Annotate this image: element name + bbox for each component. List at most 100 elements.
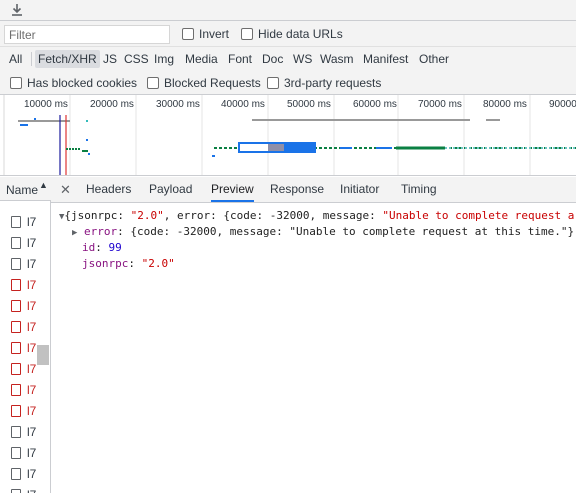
filter-input[interactable] (4, 25, 170, 44)
collapsed-triangle-icon[interactable]: ▶ (72, 228, 77, 238)
tab-payload[interactable]: Payload (149, 177, 192, 202)
json-jsonrpc-value: "2.0" (141, 257, 175, 270)
request-name: l7 (27, 215, 37, 229)
overview-tick-label: 20000 ms (90, 99, 134, 110)
overview-tick-label: 60000 ms (353, 99, 397, 110)
error-document-icon (11, 321, 21, 333)
type-fetch-xhr[interactable]: Fetch/XHR (35, 50, 100, 68)
request-name: l7 (27, 278, 37, 292)
tab-headers[interactable]: Headers (86, 177, 131, 202)
request-row-error[interactable]: l7 (0, 380, 36, 401)
type-media[interactable]: Media (182, 50, 221, 68)
json-error-row[interactable]: ▶ error: {code: -32000, message: "Unable… (72, 225, 574, 238)
overview-tick-label: 50000 ms (287, 99, 331, 110)
name-column-header[interactable]: Name ▲ (0, 177, 51, 201)
overview-tick-label: 10000 ms (24, 99, 68, 110)
document-icon (11, 216, 21, 228)
tab-response[interactable]: Response (270, 177, 324, 202)
overview-tick-label: 70000 ms (418, 99, 462, 110)
has-blocked-cookies-label: Has blocked cookies (27, 76, 138, 90)
type-manifest[interactable]: Manifest (360, 50, 411, 68)
request-row-error[interactable]: l7 (0, 338, 36, 359)
type-doc[interactable]: Doc (259, 50, 286, 68)
request-name: l7 (27, 467, 37, 481)
type-ws[interactable]: WS (290, 50, 315, 68)
json-id-value: 99 (108, 241, 122, 254)
blocked-requests-label: Blocked Requests (164, 76, 261, 90)
request-row[interactable]: l7 (0, 212, 36, 233)
hide-data-urls-checkbox-box[interactable] (241, 28, 253, 40)
invert-checkbox[interactable]: Invert (182, 27, 229, 41)
network-overview-timeline[interactable]: 10000 ms 20000 ms 30000 ms 40000 ms 5000… (0, 95, 576, 176)
request-name: l7 (27, 320, 37, 334)
has-blocked-cookies-checkbox[interactable]: Has blocked cookies (10, 76, 137, 90)
blocked-requests-box[interactable] (147, 77, 159, 89)
invert-checkbox-box[interactable] (182, 28, 194, 40)
request-list-scrollbar[interactable] (37, 345, 49, 365)
request-name: l7 (27, 236, 37, 250)
request-row[interactable]: l7 (0, 254, 36, 275)
request-name: l7 (27, 299, 37, 313)
hide-data-urls-checkbox[interactable]: Hide data URLs (241, 27, 343, 41)
type-css[interactable]: CSS (121, 50, 152, 68)
resource-type-filter: All Fetch/XHR JS CSS Img Media Font Doc … (0, 47, 576, 71)
request-row[interactable]: l7 (0, 443, 36, 464)
tab-preview[interactable]: Preview (211, 177, 254, 202)
top-toolbar (0, 0, 576, 21)
request-name: l7 (27, 257, 37, 271)
request-row[interactable]: l7 (0, 233, 36, 254)
json-jsonrpc-key: jsonrpc (82, 257, 129, 270)
hide-data-urls-label: Hide data URLs (258, 27, 343, 41)
json-summary-open: {jsonrpc: (64, 209, 131, 222)
overview-tick-label: 40000 ms (221, 99, 265, 110)
tab-initiator[interactable]: Initiator (340, 177, 379, 202)
json-error-preview: : {code: -32000, message: "Unable to com… (117, 225, 575, 238)
request-row-error[interactable]: l7 (0, 317, 36, 338)
json-id-key: id (82, 241, 96, 254)
third-party-requests-box[interactable] (267, 77, 279, 89)
type-font[interactable]: Font (225, 50, 255, 68)
blocked-filter-bar: Has blocked cookies Blocked Requests 3rd… (0, 71, 576, 95)
close-icon[interactable]: ✕ (60, 182, 71, 198)
request-name: l7 (27, 425, 37, 439)
json-summary-message: "Unable to complete request a (382, 209, 575, 222)
type-all[interactable]: All (6, 50, 25, 68)
json-error-key: error (84, 225, 118, 238)
request-row-error[interactable]: l7 (0, 275, 36, 296)
json-jsonrpc-row: jsonrpc: "2.0" (82, 257, 175, 270)
blocked-requests-checkbox[interactable]: Blocked Requests (147, 76, 261, 90)
request-name: l7 (27, 383, 37, 397)
error-document-icon (11, 363, 21, 375)
download-icon[interactable] (9, 2, 25, 18)
json-root-row[interactable]: ▼{jsonrpc: "2.0", error: {code: -32000, … (59, 209, 574, 222)
type-js[interactable]: JS (100, 50, 120, 68)
document-icon (11, 426, 21, 438)
type-wasm[interactable]: Wasm (317, 50, 357, 68)
request-row[interactable]: l7 (0, 464, 36, 485)
type-img[interactable]: Img (151, 50, 177, 68)
type-other[interactable]: Other (416, 50, 452, 68)
error-document-icon (11, 384, 21, 396)
document-icon (11, 237, 21, 249)
request-name: l7 (27, 446, 37, 460)
tab-timing[interactable]: Timing (401, 177, 437, 202)
document-icon (11, 447, 21, 459)
type-separator (31, 52, 32, 66)
response-preview: ▼{jsonrpc: "2.0", error: {code: -32000, … (51, 203, 576, 493)
request-row-error[interactable]: l7 (0, 359, 36, 380)
json-summary-jsonrpc: "2.0" (130, 209, 164, 222)
third-party-requests-checkbox[interactable]: 3rd-party requests (267, 76, 381, 90)
has-blocked-cookies-box[interactable] (10, 77, 22, 89)
request-list: Name ▲ l7 l7 l7 l7 l7 l7 l7 l7 l7 l7 l7 … (0, 177, 51, 493)
name-column-title: Name (6, 183, 39, 197)
error-document-icon (11, 279, 21, 291)
json-id-row: id: 99 (82, 241, 122, 254)
request-row[interactable]: l7 (0, 485, 36, 493)
request-row[interactable]: l7 (0, 422, 36, 443)
sort-ascending-icon: ▲ (39, 180, 48, 190)
error-document-icon (11, 342, 21, 354)
json-summary-mid: , error: {code: -32000, message: (163, 209, 383, 222)
request-row-error[interactable]: l7 (0, 296, 36, 317)
overview-tick-label: 80000 ms (483, 99, 527, 110)
request-row-error[interactable]: l7 (0, 401, 36, 422)
